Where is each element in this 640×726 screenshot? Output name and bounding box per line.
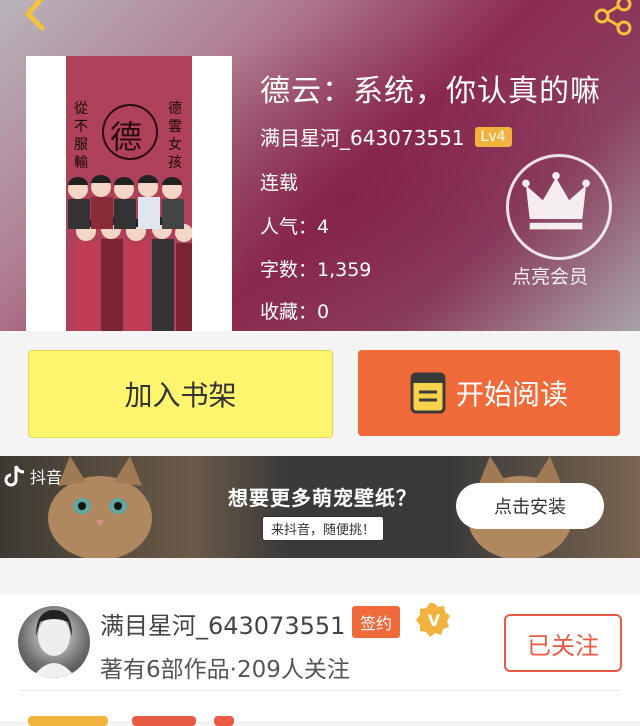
- douyin-logo: 抖音: [4, 464, 62, 488]
- author-card-name[interactable]: 满目星河_643073551: [100, 606, 345, 641]
- share-icon[interactable]: [590, 0, 634, 38]
- ad-banner[interactable]: 抖音 想要更多萌宠壁纸？ 来抖音，随便挑！ 点击安装: [0, 456, 640, 558]
- start-reading-label: 开始阅读: [455, 378, 568, 411]
- book-title: 德云：系统，你认真的嘛: [260, 74, 601, 109]
- avatar-photo: [32, 610, 76, 678]
- cover-left-text: 從不服輸: [74, 101, 88, 171]
- tag-chip-2[interactable]: [132, 716, 196, 726]
- cover-crowd-illustration: [68, 175, 192, 331]
- avatar[interactable]: [18, 606, 90, 678]
- ad-install-button[interactable]: 点击安装: [456, 483, 604, 529]
- book-icon: [410, 372, 446, 414]
- book-popularity: 人气：4: [260, 216, 330, 238]
- verified-v-icon: V: [416, 603, 450, 637]
- author-stats: 著有6部作品·209人关注: [100, 657, 350, 683]
- following-button[interactable]: 已关注: [504, 614, 622, 672]
- book-cover[interactable]: 從不服輸 德 德雲女孩: [26, 56, 232, 331]
- level-badge: Lv4: [474, 126, 512, 147]
- divider: [20, 690, 620, 691]
- back-arrow-icon[interactable]: [12, 0, 56, 36]
- svg-text:V: V: [428, 611, 441, 630]
- cover-art: 從不服輸 德 德雲女孩: [66, 56, 192, 331]
- ad-subtext: 来抖音，随便挑！: [262, 516, 385, 541]
- signed-badge: 签约: [352, 606, 401, 638]
- tag-chip-3[interactable]: [214, 716, 234, 726]
- book-word-count: 字数：1,359: [260, 259, 372, 281]
- author-card: 满目星河_643073551 签约 V 著有6部作品·209人关注 已关注: [0, 594, 640, 726]
- start-reading-button[interactable]: 开始阅读: [358, 350, 620, 436]
- add-to-shelf-label: 加入书架: [124, 379, 237, 412]
- douyin-icon: [4, 465, 25, 487]
- add-to-shelf-button[interactable]: 加入书架: [28, 350, 333, 438]
- crown-icon: [522, 172, 590, 230]
- author-name[interactable]: 满目星河_643073551: [260, 122, 465, 151]
- book-header: 從不服輸 德 德雲女孩 德云：系统，你认真的嘛 满目星河_643073551 L…: [0, 0, 640, 331]
- cover-right-text: 德雲女孩: [168, 101, 182, 171]
- vip-label[interactable]: 点亮会员: [512, 262, 588, 289]
- book-favorites: 收藏：0: [260, 301, 330, 323]
- author-row: 满目星河_643073551 Lv4: [260, 122, 512, 151]
- book-status: 连载: [260, 172, 299, 194]
- tag-chip-1[interactable]: [28, 716, 108, 726]
- ad-headline: 想要更多萌宠壁纸？: [228, 486, 417, 510]
- vip-button[interactable]: [506, 154, 612, 260]
- cover-seal: 德: [102, 104, 158, 160]
